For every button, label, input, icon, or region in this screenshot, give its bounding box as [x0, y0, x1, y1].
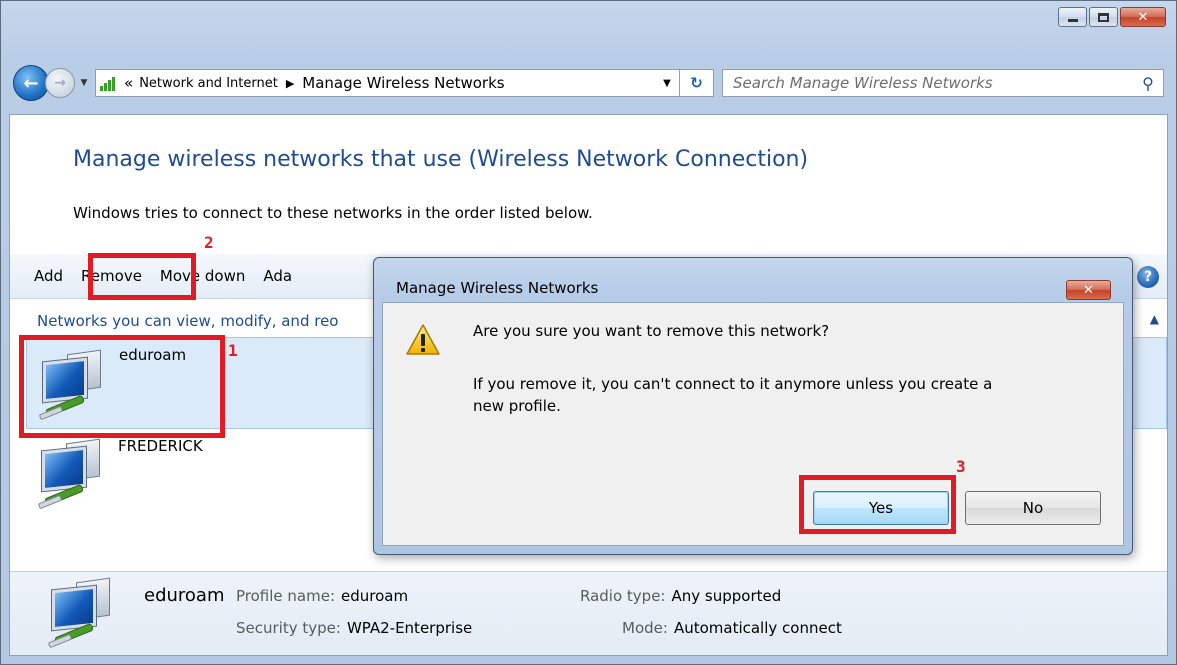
network-name: FREDERICK [118, 437, 203, 455]
annotation-box-eduroam [19, 335, 225, 438]
annotation-box-yes [799, 475, 956, 534]
page-description: Windows tries to connect to these networ… [73, 204, 593, 222]
close-button[interactable]: ✕ [1120, 7, 1166, 27]
dialog-message: If you remove it, you can't connect to i… [473, 375, 993, 415]
caption-buttons: ✕ [1058, 7, 1166, 27]
group-header-label: Networks you can view, modify, and reo [37, 312, 339, 330]
network-computer-icon [36, 438, 108, 511]
adapter-properties-button[interactable]: Ada [254, 267, 301, 285]
forward-button[interactable]: → [45, 68, 75, 98]
dialog-question: Are you sure you want to remove this net… [473, 322, 830, 340]
annotation-number-3: 3 [956, 457, 966, 476]
security-type-row: Security type: WPA2-Enterprise [236, 619, 472, 637]
profile-name-row: Profile name: eduroam [236, 587, 408, 605]
back-arrow-icon: ← [23, 72, 39, 94]
breadcrumb-overflow[interactable]: « [124, 74, 133, 92]
collapse-chevron-icon[interactable]: ▲ [1150, 312, 1159, 326]
close-icon: ✕ [1137, 9, 1149, 25]
details-pane: eduroam Profile name: eduroam Security t… [10, 571, 1167, 655]
search-input[interactable]: Search Manage Wireless Networks ⚲ [722, 69, 1164, 97]
security-type-label: Security type: [236, 619, 341, 637]
dialog-body: Are you sure you want to remove this net… [382, 302, 1124, 546]
network-signal-icon [100, 75, 118, 91]
minimize-icon [1067, 18, 1078, 22]
refresh-button[interactable]: ↻ [680, 69, 714, 97]
refresh-icon: ↻ [690, 74, 703, 92]
security-type-value: WPA2-Enterprise [346, 619, 473, 637]
back-button[interactable]: ← [13, 65, 49, 101]
mode-value: Automatically connect [673, 619, 842, 637]
network-computer-icon [46, 577, 118, 650]
search-icon[interactable]: ⚲ [1133, 74, 1163, 93]
search-placeholder: Search Manage Wireless Networks [733, 74, 993, 92]
dialog-close-button[interactable]: ✕ [1066, 280, 1111, 300]
forward-arrow-icon: → [54, 75, 66, 91]
radio-type-value: Any supported [671, 587, 782, 605]
profile-name-label: Profile name: [236, 587, 336, 605]
recent-pages-dropdown[interactable]: ▼ [77, 78, 91, 88]
navigation-bar: ← → ▼ « Network and Internet ▶ Manage Wi… [13, 64, 1164, 102]
mode-row: Mode: Automatically connect [622, 619, 842, 637]
dialog-title: Manage Wireless Networks [396, 279, 599, 297]
annotation-number-1: 1 [228, 341, 238, 360]
mode-label: Mode: [622, 619, 668, 637]
breadcrumb-manage-wireless-networks[interactable]: Manage Wireless Networks [302, 74, 504, 92]
manage-wireless-networks-window: ✕ ← → ▼ « Network and Internet ▶ Manage … [0, 0, 1177, 665]
minimize-button[interactable] [1058, 7, 1087, 27]
add-button[interactable]: Add [10, 267, 72, 285]
radio-type-row: Radio type: Any supported [580, 587, 781, 605]
confirm-remove-dialog: Manage Wireless Networks ✕ Are you sure … [373, 257, 1133, 555]
address-dropdown-button[interactable]: ▼ [655, 78, 679, 89]
annotation-box-remove [88, 253, 196, 300]
help-icon[interactable]: ? [1137, 266, 1159, 288]
breadcrumb-network-and-internet[interactable]: Network and Internet [139, 76, 278, 91]
address-bar[interactable]: « Network and Internet ▶ Manage Wireless… [95, 69, 680, 97]
warning-icon [406, 324, 440, 355]
maximize-button[interactable] [1089, 7, 1118, 27]
profile-name-value: eduroam [341, 587, 409, 605]
maximize-icon [1098, 12, 1109, 22]
breadcrumb-separator-icon[interactable]: ▶ [286, 77, 294, 90]
annotation-number-2: 2 [204, 233, 214, 252]
no-button[interactable]: No [965, 491, 1101, 525]
page-title: Manage wireless networks that use (Wirel… [73, 147, 809, 172]
details-network-name: eduroam [144, 585, 225, 606]
close-icon: ✕ [1083, 282, 1094, 298]
radio-type-label: Radio type: [580, 587, 666, 605]
